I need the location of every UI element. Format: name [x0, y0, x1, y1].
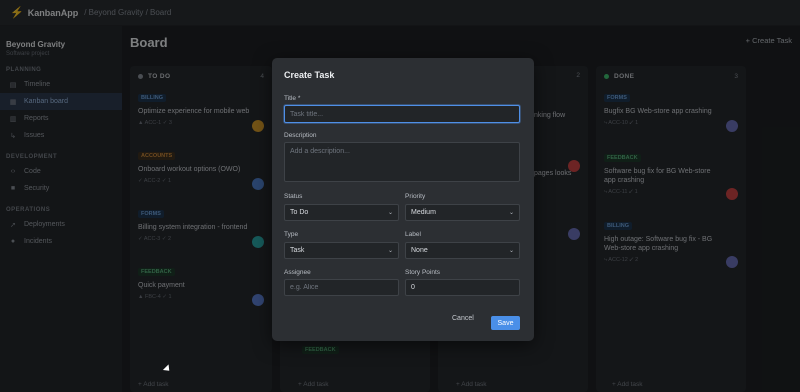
label-field-label: Label	[405, 231, 421, 238]
description-label: Description	[284, 132, 317, 139]
story-points-input[interactable]	[405, 279, 520, 296]
status-value: To Do	[290, 209, 309, 216]
assignee-input[interactable]	[284, 279, 399, 296]
chevron-down-icon: ⌄	[508, 248, 514, 254]
task-title-input[interactable]	[284, 105, 520, 123]
assignee-label: Assignee	[284, 269, 311, 276]
save-button[interactable]: Save	[491, 316, 520, 330]
priority-label: Priority	[405, 193, 426, 200]
type-label: Type	[284, 231, 299, 238]
description-field[interactable]	[284, 142, 520, 182]
status-label: Status	[284, 193, 303, 200]
story-points-label: Story Points	[405, 269, 441, 276]
chevron-down-icon: ⌄	[387, 248, 393, 254]
type-select[interactable]: Task ⌄	[284, 242, 399, 259]
priority-select[interactable]: Medium ⌄	[405, 204, 520, 221]
status-select[interactable]: To Do ⌄	[284, 204, 399, 221]
create-task-modal: Create Task Title * Description Status T…	[272, 58, 534, 341]
chevron-down-icon: ⌄	[387, 210, 393, 216]
title-label: Title *	[284, 95, 301, 102]
type-value: Task	[290, 247, 305, 254]
modal-title: Create Task	[284, 70, 335, 80]
chevron-down-icon: ⌄	[508, 210, 514, 216]
priority-value: Medium	[411, 209, 436, 216]
label-select[interactable]: None ⌄	[405, 242, 520, 259]
cancel-button[interactable]: Cancel	[452, 315, 474, 322]
label-value: None	[411, 247, 428, 254]
